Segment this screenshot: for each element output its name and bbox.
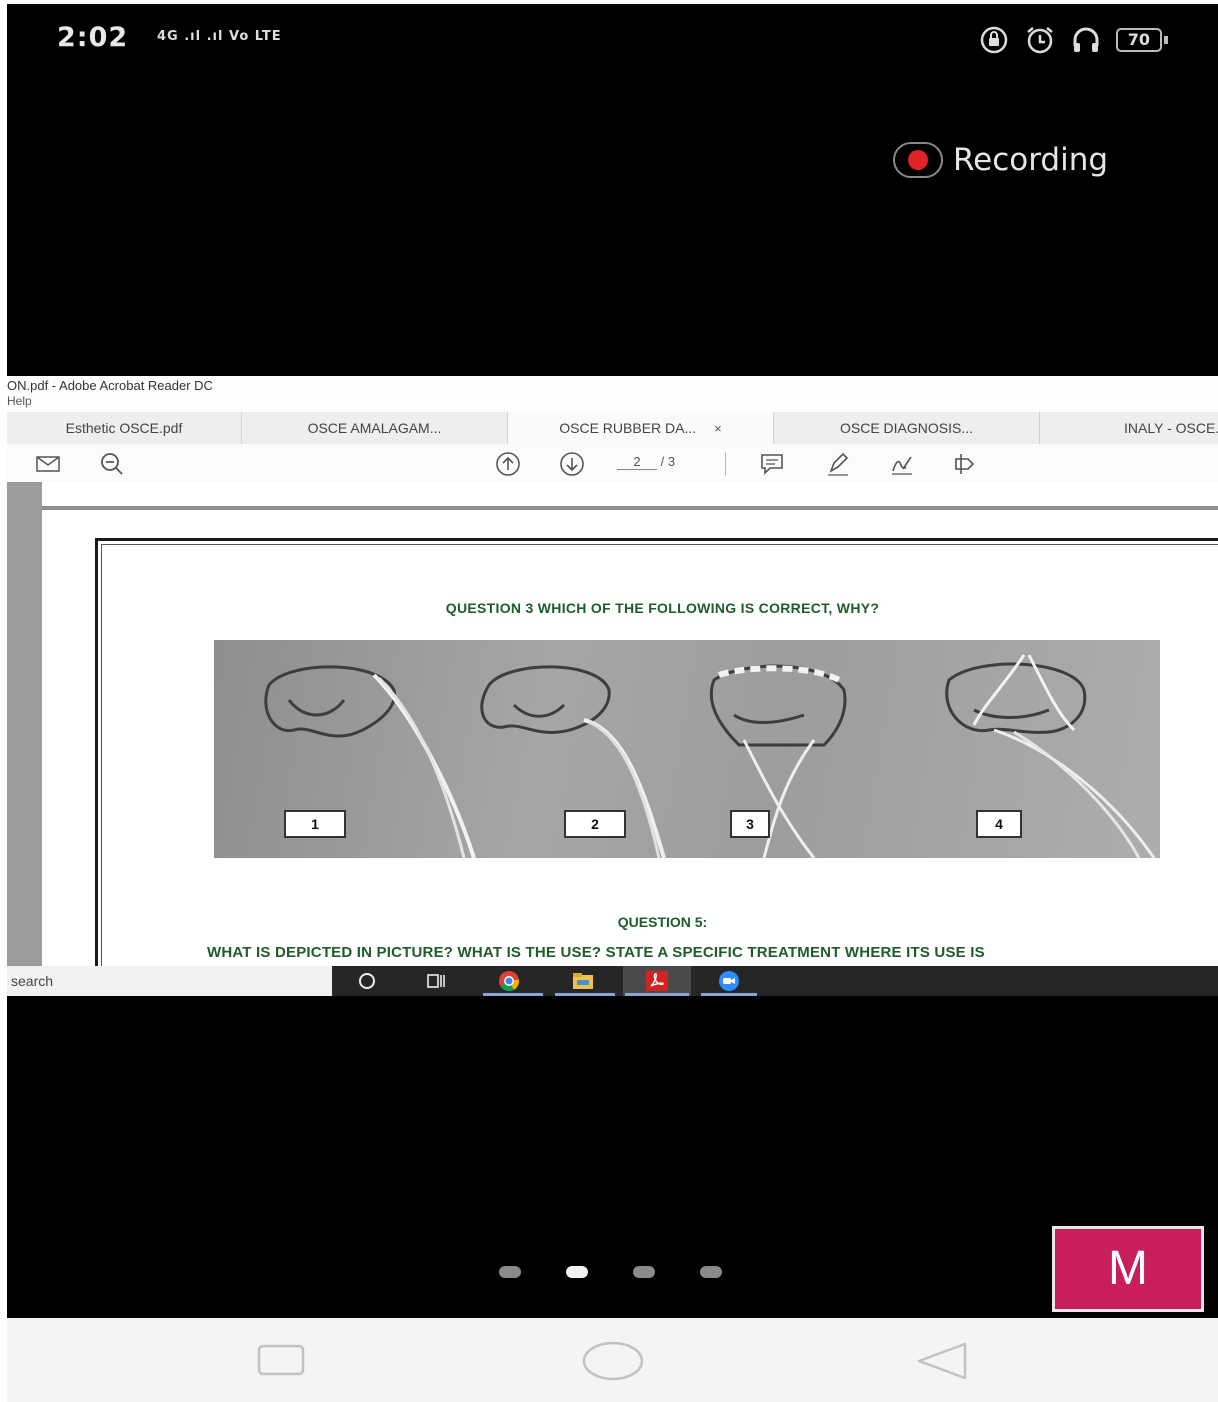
question-5-text: WHAT IS DEPICTED IN PICTURE? WHAT IS THE…	[207, 944, 985, 961]
tab-esthetic-osce[interactable]: Esthetic OSCE.pdf	[7, 412, 242, 444]
pager-dot[interactable]	[499, 1266, 521, 1278]
clamp-label-4: 4	[976, 810, 1022, 838]
recording-label: Recording	[953, 142, 1109, 178]
question-3-heading: QUESTION 3 WHICH OF THE FOLLOWING IS COR…	[445, 600, 880, 616]
window-titlebar: ON.pdf - Adobe Acrobat Reader DC Help	[7, 376, 1218, 412]
zoom-out-icon[interactable]	[99, 451, 125, 477]
zoom-active-indicator	[701, 993, 757, 996]
pager-dot[interactable]	[633, 1266, 655, 1278]
side-panel	[7, 482, 42, 966]
status-bar: 2:02 4G .ıl .ıl Vo LTE 70	[7, 4, 1218, 74]
tab-osce-rubber-dam[interactable]: OSCE RUBBER DA... ×	[508, 412, 774, 444]
file-explorer-icon[interactable]	[571, 970, 595, 992]
recents-button[interactable]	[255, 1340, 307, 1380]
clamp-label-1: 1	[284, 810, 346, 838]
tab-inaly-osce[interactable]: INALY - OSCE...	[1040, 412, 1218, 444]
explorer-active-indicator	[555, 993, 615, 996]
zoom-icon[interactable]	[717, 970, 741, 992]
tab-label: INALY - OSCE...	[1124, 420, 1218, 436]
acrobat-toolbar: 2 / 3	[7, 444, 1218, 483]
total-pages: / 3	[660, 454, 676, 469]
rubber-dam-clamps-photo: 1 2 3 4	[214, 640, 1160, 858]
tab-osce-diagnosis[interactable]: OSCE DIAGNOSIS...	[774, 412, 1040, 444]
current-page-input[interactable]: 2	[617, 454, 657, 470]
share-icon[interactable]	[953, 451, 979, 477]
status-time: 2:02	[57, 22, 129, 53]
comment-icon[interactable]	[759, 451, 785, 477]
chrome-icon[interactable]	[497, 970, 521, 992]
menu-help[interactable]: Help	[7, 394, 32, 408]
rotation-lock-icon	[980, 26, 1007, 54]
acrobat-active-indicator	[625, 993, 689, 996]
pager-dot[interactable]	[700, 1266, 722, 1278]
alarm-icon	[1026, 27, 1053, 54]
tab-label: OSCE RUBBER DA...	[559, 420, 697, 436]
window-title: ON.pdf - Adobe Acrobat Reader DC	[7, 378, 213, 393]
page-top-border	[42, 506, 1218, 510]
signal-indicator: 4G .ıl .ıl Vo LTE	[157, 29, 282, 44]
pager-dot-active[interactable]	[566, 1266, 588, 1278]
highlight-icon[interactable]	[825, 451, 851, 477]
tab-label: OSCE AMALAGAM...	[307, 420, 442, 436]
home-button[interactable]	[580, 1340, 646, 1382]
acrobat-icon[interactable]	[645, 970, 669, 992]
page-down-icon[interactable]	[559, 451, 585, 477]
document-viewer[interactable]: QUESTION 3 WHICH OF THE FOLLOWING IS COR…	[7, 482, 1218, 970]
close-tab-icon[interactable]: ×	[714, 421, 722, 436]
clamp-label-3: 3	[730, 810, 770, 838]
taskbar-search-input[interactable]: search	[7, 966, 332, 996]
toolbar-separator	[725, 452, 726, 476]
cortana-icon[interactable]	[355, 970, 379, 992]
clamp-label-2: 2	[564, 810, 626, 838]
windows-taskbar: search	[7, 966, 1218, 996]
tab-osce-amalagam[interactable]: OSCE AMALAGAM...	[242, 412, 508, 444]
shared-screen: ON.pdf - Adobe Acrobat Reader DC Help Es…	[7, 376, 1218, 996]
participant-avatar[interactable]: M	[1052, 1226, 1204, 1312]
battery-indicator: 70	[1115, 28, 1168, 52]
tab-label: Esthetic OSCE.pdf	[65, 420, 183, 436]
question-5-heading: QUESTION 5:	[617, 914, 708, 930]
battery-level: 70	[1115, 28, 1162, 52]
record-icon	[893, 142, 943, 178]
tab-label: OSCE DIAGNOSIS...	[839, 420, 974, 436]
task-view-icon[interactable]	[425, 970, 449, 992]
back-button[interactable]	[913, 1340, 969, 1382]
page-up-icon[interactable]	[495, 451, 521, 477]
navigation-bar	[7, 1318, 1218, 1402]
status-icons: 70	[978, 24, 1168, 56]
document-tabs: Esthetic OSCE.pdf OSCE AMALAGAM... OSCE …	[7, 412, 1218, 445]
phone-screen: 2:02 4G .ıl .ıl Vo LTE 70 Recording ON.p…	[7, 4, 1218, 1402]
sign-icon[interactable]	[889, 451, 915, 477]
battery-tip	[1164, 36, 1168, 44]
chrome-active-indicator	[483, 993, 543, 996]
mail-icon[interactable]	[35, 451, 61, 477]
recording-indicator: Recording	[893, 142, 1108, 178]
headphones-icon	[1073, 27, 1099, 52]
page-indicator-dots	[499, 1266, 722, 1278]
page-indicator[interactable]: 2 / 3	[617, 454, 697, 470]
